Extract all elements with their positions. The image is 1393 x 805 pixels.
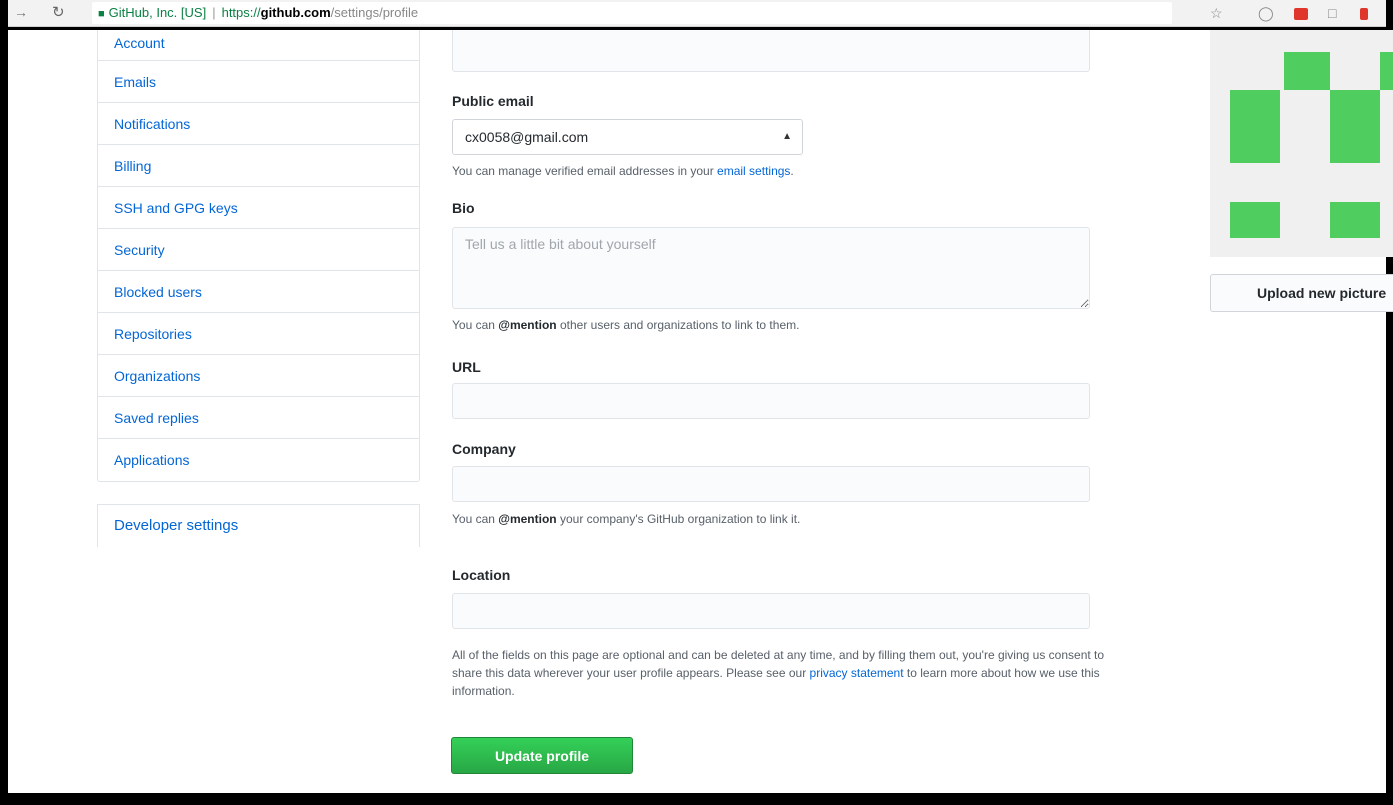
company-note-mention: @mention — [498, 512, 557, 526]
company-label: Company — [452, 441, 516, 457]
bio-note-end: other users and organizations to link to… — [556, 318, 800, 332]
bio-label: Bio — [452, 200, 475, 216]
avatar-pixel — [1230, 90, 1280, 163]
select-arrow-icon: ▲ — [782, 131, 792, 142]
public-email-note-end: . — [790, 164, 794, 178]
sidebar-item-developer-settings[interactable]: Developer settings — [98, 505, 419, 547]
sidebar-item-organizations[interactable]: Organizations — [98, 355, 419, 397]
settings-sidebar: Account Emails Notifications Billing SSH… — [97, 30, 420, 482]
public-email-selected: cx0058@gmail.com — [465, 129, 589, 145]
email-settings-link[interactable]: email settings — [717, 164, 790, 178]
company-note: You can @mention your company's GitHub o… — [452, 512, 800, 526]
sidebar-item-account[interactable]: Account — [98, 30, 419, 61]
avatar-pixel — [1330, 90, 1380, 163]
sidebar-item-emails[interactable]: Emails — [98, 61, 419, 103]
star-icon[interactable]: ☆ — [1210, 5, 1223, 22]
url-host: github.com — [260, 5, 331, 20]
browser-chrome: → ↻ ■ GitHub, Inc. [US] | https://github.co… — [0, 0, 1393, 27]
url-path: /settings/profile — [330, 5, 419, 20]
url-label: URL — [452, 359, 481, 375]
public-email-select[interactable]: cx0058@gmail.com ▲ — [452, 119, 803, 155]
lock-icon: ■ — [98, 8, 105, 20]
sidebar-item-blocked-users[interactable]: Blocked users — [98, 271, 419, 313]
url-separator: | — [212, 5, 216, 20]
bio-note-text: You can — [452, 318, 499, 332]
secure-site-label: GitHub, Inc. [US] — [108, 5, 207, 20]
sidebar-item-repositories[interactable]: Repositories — [98, 313, 419, 355]
address-bar[interactable]: ■ GitHub, Inc. [US] | https://github.com/se… — [92, 2, 1172, 24]
bio-note: You can @mention other users and organiz… — [452, 318, 799, 332]
sidebar-item-saved-replies[interactable]: Saved replies — [98, 397, 419, 439]
company-note-end: your company's GitHub organization to li… — [556, 512, 801, 526]
extension-icon[interactable]: ◯ — [1258, 5, 1274, 22]
sidebar-item-ssh-gpg-keys[interactable]: SSH and GPG keys — [98, 187, 419, 229]
url-scheme: https:// — [221, 5, 261, 20]
screen-border — [0, 793, 1393, 805]
url-input[interactable] — [452, 383, 1090, 419]
company-input[interactable] — [452, 466, 1090, 502]
bio-note-mention: @mention — [498, 318, 557, 332]
upload-picture-button[interactable]: Upload new picture — [1210, 274, 1393, 312]
public-email-note-text: You can manage verified email addresses … — [452, 164, 718, 178]
sidebar-item-security[interactable]: Security — [98, 229, 419, 271]
sidebar-item-applications[interactable]: Applications — [98, 439, 419, 481]
developer-settings-menu: Developer settings — [97, 504, 420, 547]
location-label: Location — [452, 567, 511, 583]
screen-border — [0, 0, 8, 805]
profile-avatar — [1210, 30, 1393, 257]
reload-icon[interactable]: ↻ — [52, 3, 65, 21]
company-note-text: You can — [452, 512, 499, 526]
avatar-pixel — [1380, 52, 1393, 90]
location-input[interactable] — [452, 593, 1090, 629]
browser-toolbar: → ↻ ■ GitHub, Inc. [US] | https://github.co… — [0, 0, 1393, 30]
profile-disclaimer: All of the fields on this page are optio… — [452, 646, 1112, 700]
public-email-label: Public email — [452, 93, 534, 109]
sidebar-item-notifications[interactable]: Notifications — [98, 103, 419, 145]
back-arrow-icon[interactable]: → — [14, 4, 28, 20]
bio-textarea[interactable] — [452, 227, 1090, 309]
avatar-pixel — [1284, 52, 1330, 90]
extension-icon[interactable] — [1360, 8, 1368, 20]
public-email-note: You can manage verified email addresses … — [452, 164, 794, 178]
extension-icon[interactable]: □ — [1328, 5, 1336, 21]
extension-icon[interactable] — [1294, 8, 1308, 20]
privacy-statement-link[interactable]: privacy statement — [810, 666, 904, 680]
avatar-pixel — [1330, 202, 1380, 238]
name-input[interactable] — [452, 30, 1090, 72]
sidebar-item-billing[interactable]: Billing — [98, 145, 419, 187]
update-profile-button[interactable]: Update profile — [451, 737, 633, 774]
avatar-pixel — [1230, 202, 1280, 238]
